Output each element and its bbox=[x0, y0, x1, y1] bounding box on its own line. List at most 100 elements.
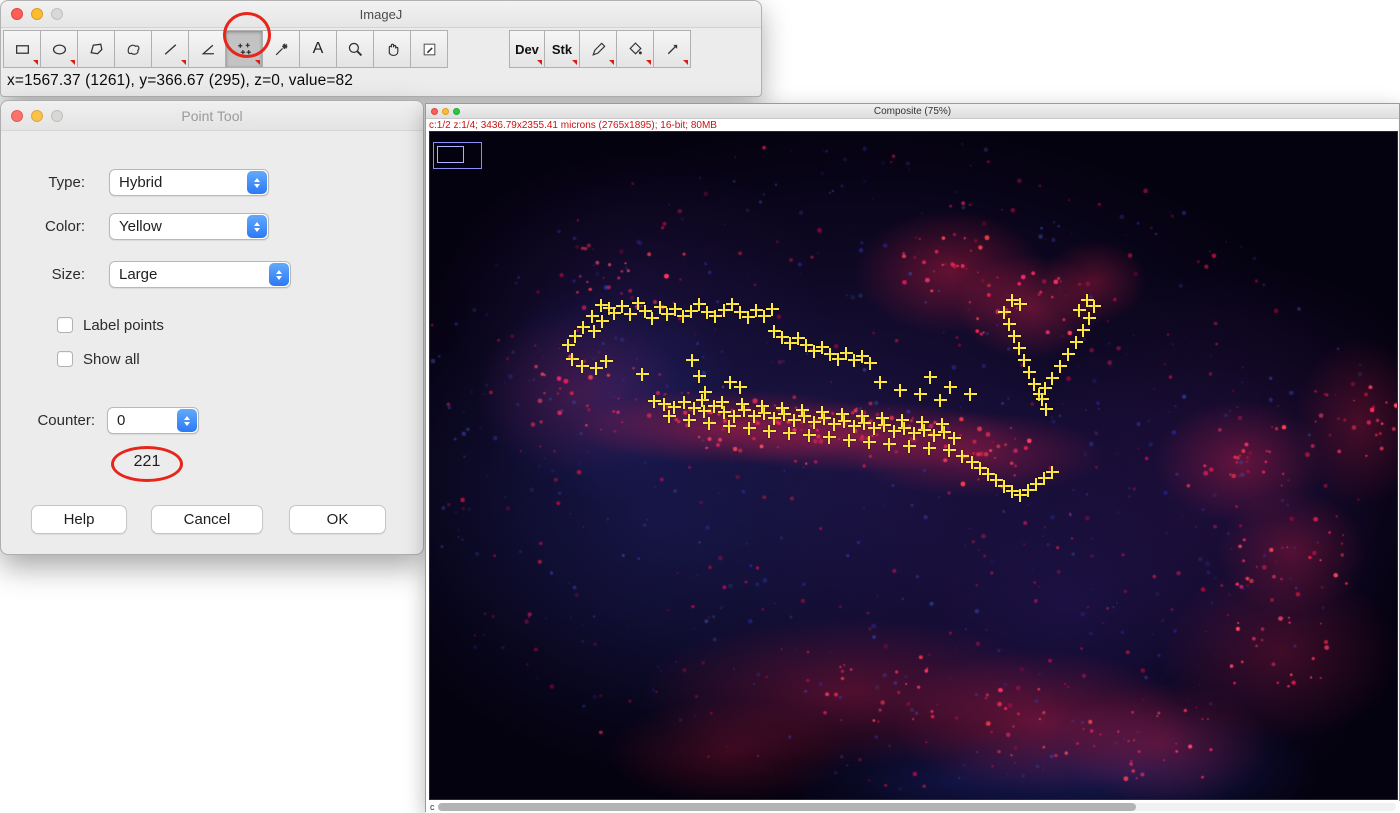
pencil-icon bbox=[591, 42, 605, 56]
dev-menu-tool-button[interactable]: Dev bbox=[509, 30, 545, 68]
point-marker bbox=[783, 336, 797, 350]
arrow-icon bbox=[667, 44, 677, 54]
window-title: ImageJ bbox=[359, 6, 403, 22]
point-marker bbox=[1013, 488, 1027, 502]
point-marker bbox=[791, 331, 805, 345]
channel-scroll-row: c bbox=[426, 801, 1400, 813]
composite-window: Composite (75%) c:1/2 z:1/4; 3436.79x235… bbox=[425, 103, 1400, 813]
angle-icon bbox=[201, 44, 214, 54]
point-marker bbox=[1037, 471, 1051, 485]
hand-tool-button[interactable] bbox=[373, 30, 411, 68]
point-marker bbox=[867, 421, 881, 435]
annotation-circle-point-tool bbox=[223, 12, 271, 58]
point-marker bbox=[799, 338, 813, 352]
freehand-tool-button[interactable] bbox=[114, 30, 152, 68]
point-marker bbox=[877, 418, 891, 432]
color-picker-tool-button[interactable] bbox=[410, 30, 448, 68]
text-tool-button[interactable]: A bbox=[299, 30, 337, 68]
marker-layer bbox=[430, 132, 1397, 799]
line-tool-button[interactable] bbox=[151, 30, 189, 68]
point-marker bbox=[797, 409, 811, 423]
point-marker bbox=[942, 443, 956, 457]
point-marker bbox=[599, 354, 613, 368]
type-dropdown-value: Hybrid bbox=[119, 174, 163, 191]
point-marker bbox=[594, 298, 608, 312]
dialog-title: Point Tool bbox=[181, 107, 243, 124]
oval-tool-button[interactable] bbox=[40, 30, 78, 68]
help-button[interactable]: Help bbox=[31, 505, 127, 534]
ok-button[interactable]: OK bbox=[289, 505, 386, 534]
point-marker bbox=[1035, 392, 1049, 406]
point-marker bbox=[657, 397, 671, 411]
point-marker bbox=[815, 405, 829, 419]
point-marker bbox=[757, 406, 771, 420]
point-marker bbox=[708, 309, 722, 323]
flood-fill-tool-button[interactable] bbox=[616, 30, 654, 68]
point-marker bbox=[1039, 402, 1053, 416]
imagej-titlebar: ImageJ bbox=[1, 1, 761, 28]
point-tool-dialog: Point Tool Type: Hybrid Color: Yellow Si… bbox=[0, 100, 424, 555]
point-marker bbox=[875, 411, 889, 425]
point-marker bbox=[755, 399, 769, 413]
label-points-label: Label points bbox=[83, 317, 164, 334]
point-marker bbox=[775, 330, 789, 344]
point-marker bbox=[602, 301, 616, 315]
counter-dropdown[interactable]: 0 bbox=[107, 407, 199, 434]
point-marker bbox=[1032, 387, 1046, 401]
channel-scrollbar-track[interactable] bbox=[438, 803, 1396, 811]
pencil-tool-button[interactable] bbox=[579, 30, 617, 68]
point-marker bbox=[1087, 299, 1101, 313]
cancel-button[interactable]: Cancel bbox=[151, 505, 263, 534]
point-marker bbox=[723, 375, 737, 389]
point-marker bbox=[1069, 335, 1083, 349]
show-all-checkbox[interactable] bbox=[57, 351, 73, 367]
color-dropdown[interactable]: Yellow bbox=[109, 213, 269, 240]
point-marker bbox=[700, 305, 714, 319]
stk-menu-tool-button[interactable]: Stk bbox=[544, 30, 580, 68]
point-marker bbox=[973, 461, 987, 475]
polygon-icon bbox=[89, 42, 103, 54]
angle-tool-button[interactable] bbox=[188, 30, 226, 68]
point-marker bbox=[807, 344, 821, 358]
point-marker bbox=[902, 439, 916, 453]
zoom-tool-button[interactable] bbox=[336, 30, 374, 68]
point-marker bbox=[817, 411, 831, 425]
paint-bucket-icon bbox=[628, 41, 642, 55]
point-marker bbox=[1076, 323, 1090, 337]
oval-icon bbox=[52, 44, 66, 54]
point-marker bbox=[893, 383, 907, 397]
point-marker bbox=[722, 419, 736, 433]
size-dropdown-value: Large bbox=[119, 266, 158, 283]
point-marker bbox=[695, 393, 709, 407]
imagej-toolbar: A Dev Stk bbox=[3, 30, 691, 68]
label-points-checkbox[interactable] bbox=[57, 317, 73, 333]
polygon-tool-button[interactable] bbox=[77, 30, 115, 68]
point-marker bbox=[782, 426, 796, 440]
point-marker bbox=[741, 310, 755, 324]
point-marker bbox=[933, 393, 947, 407]
channel-scrollbar-thumb[interactable] bbox=[438, 803, 1136, 811]
point-marker bbox=[623, 307, 637, 321]
type-dropdown[interactable]: Hybrid bbox=[109, 169, 269, 196]
point-marker bbox=[897, 421, 911, 435]
point-marker bbox=[1007, 329, 1021, 343]
point-marker bbox=[1013, 297, 1027, 311]
point-marker bbox=[822, 430, 836, 444]
rectangle-tool-button[interactable] bbox=[3, 30, 41, 68]
point-marker bbox=[635, 367, 649, 381]
point-marker bbox=[1022, 365, 1036, 379]
point-marker bbox=[775, 401, 789, 415]
point-marker bbox=[1061, 347, 1075, 361]
point-marker bbox=[787, 413, 801, 427]
point-marker bbox=[802, 428, 816, 442]
magnifier-icon bbox=[348, 42, 362, 56]
point-marker bbox=[595, 314, 609, 328]
point-marker bbox=[589, 361, 603, 375]
point-marker bbox=[727, 409, 741, 423]
desktop: ImageJ A Dev Stk x=1567.37 (1261), y=366… bbox=[0, 0, 1400, 813]
point-marker bbox=[807, 415, 821, 429]
point-marker bbox=[862, 435, 876, 449]
arrow-tool-button[interactable] bbox=[653, 30, 691, 68]
size-dropdown[interactable]: Large bbox=[109, 261, 291, 288]
